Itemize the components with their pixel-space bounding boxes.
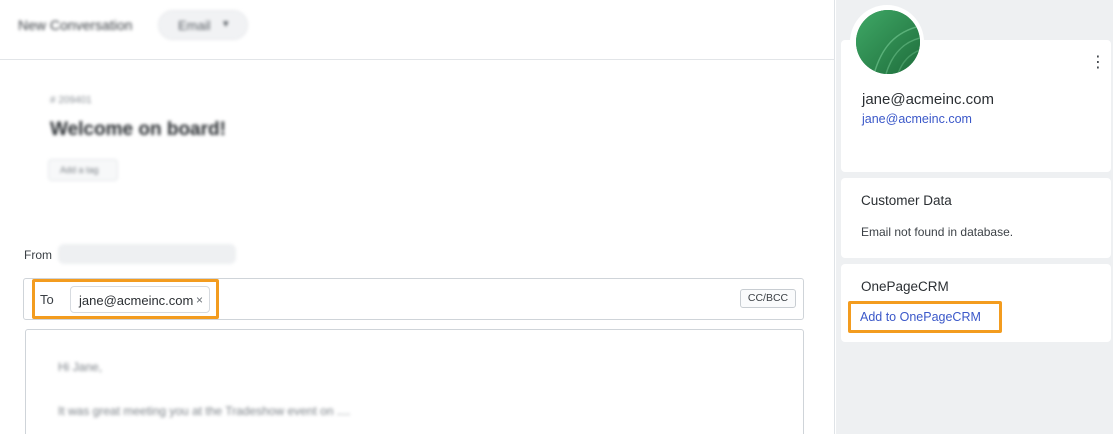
ticket-id: # 209401	[50, 95, 92, 106]
customer-sidebar: ⋮ jane@acmeinc.com jane@acmeinc.com Cust…	[836, 0, 1113, 434]
message-body-editor[interactable]: Hi Jane, It was great meeting you at the…	[25, 329, 804, 434]
add-tag-label: Add a tag	[60, 165, 99, 175]
onepagecrm-card: OnePageCRM Add to OnePageCRM	[841, 264, 1111, 342]
profile-name: jane@acmeinc.com	[862, 91, 994, 108]
conversation-header: New Conversation Email ▾	[0, 0, 835, 60]
add-to-onepagecrm-button[interactable]: Add to OnePageCRM	[848, 301, 1002, 333]
profile-email-link[interactable]: jane@acmeinc.com	[862, 112, 972, 126]
message-line: It was great meeting you at the Tradesho…	[58, 404, 351, 418]
from-label: From	[24, 248, 52, 262]
conversation-panel: New Conversation Email ▾ # 209401 Welcom…	[0, 0, 835, 434]
chevron-down-icon: ▾	[223, 18, 229, 30]
conversation-subject[interactable]: Welcome on board!	[50, 119, 226, 141]
conversation-title: New Conversation	[18, 17, 133, 33]
more-options-icon[interactable]: ⋮	[1090, 55, 1106, 71]
recipient-highlight	[32, 279, 219, 319]
channel-select[interactable]: Email ▾	[158, 10, 248, 40]
customer-data-title: Customer Data	[861, 193, 952, 208]
add-to-onepagecrm-label: Add to OnePageCRM	[860, 310, 981, 324]
avatar-frame	[850, 5, 924, 79]
to-field[interactable]: To jane@acmeinc.com × CC/BCC	[23, 278, 804, 320]
from-field[interactable]	[58, 244, 236, 264]
onepagecrm-title: OnePageCRM	[861, 279, 949, 294]
cc-bcc-button[interactable]: CC/BCC	[740, 289, 796, 308]
add-tag-button[interactable]: Add a tag	[48, 159, 118, 181]
customer-data-message: Email not found in database.	[861, 225, 1014, 239]
customer-data-card: Customer Data Email not found in databas…	[841, 178, 1111, 258]
channel-label: Email	[178, 18, 211, 33]
message-line: Hi Jane,	[58, 360, 103, 374]
avatar	[856, 10, 920, 74]
